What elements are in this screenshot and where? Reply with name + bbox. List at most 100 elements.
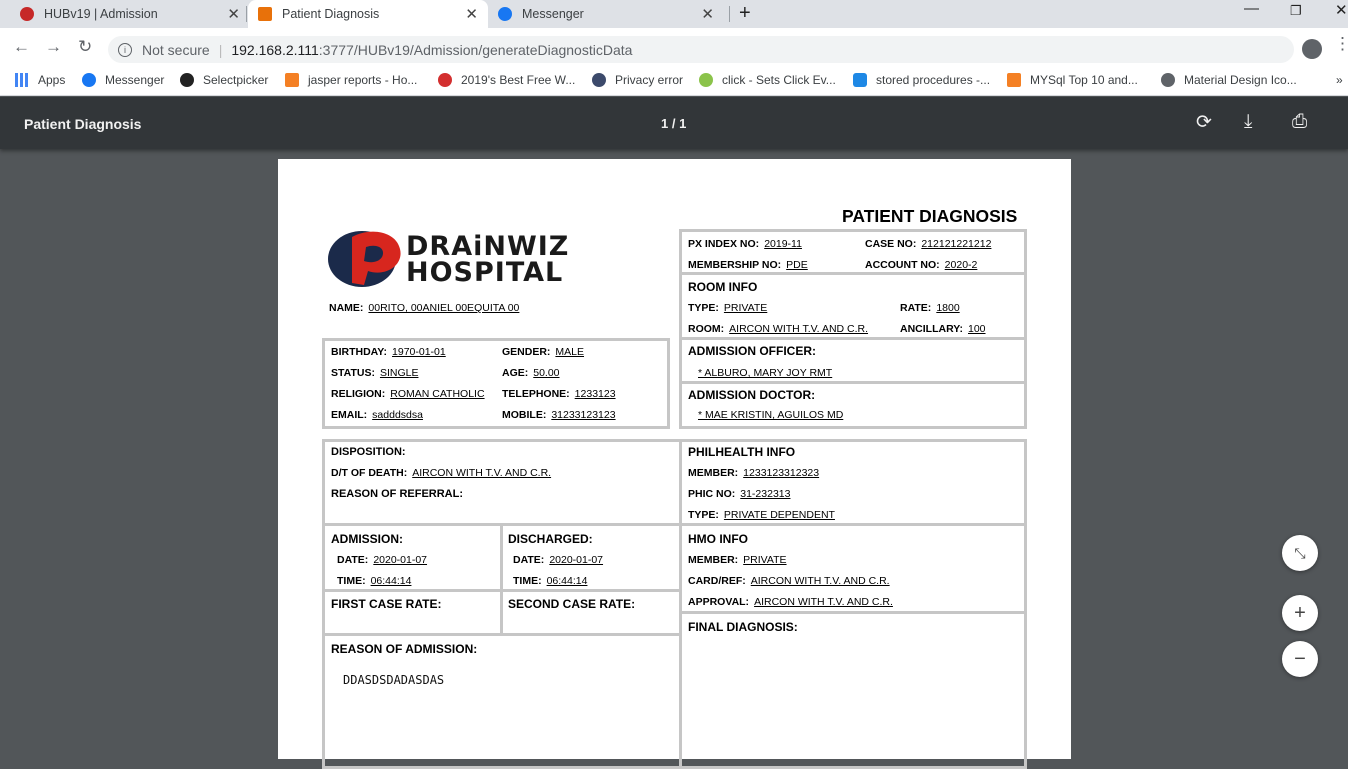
- hmo-member-field: MEMBER: PRIVATE: [688, 554, 787, 566]
- minus-icon: −: [1294, 647, 1306, 670]
- site-icon: [438, 73, 452, 87]
- admission-doctor-heading: ADMISSION DOCTOR:: [688, 388, 816, 402]
- admission-date-field: DATE: 2020-01-07: [337, 554, 428, 566]
- security-indicator[interactable]: Not secure: [142, 42, 210, 58]
- address-bar[interactable]: i Not secure | 192.168.2.111:3777/HUBv19…: [108, 36, 1294, 63]
- name-field: NAME: 00RITO, 00ANIEL 00EQUITA 00: [329, 302, 520, 314]
- minimize-icon[interactable]: —: [1244, 0, 1259, 17]
- logo-text: HOSPITAL: [406, 257, 564, 288]
- pdf-favicon-icon: [258, 7, 272, 21]
- philhealth-heading: PHILHEALTH INFO: [688, 445, 796, 459]
- reason-admission-value: DDASDSDADASDAS: [343, 673, 445, 687]
- room-field: ROOM: AIRCON WITH T.V. AND C.R.: [688, 323, 869, 335]
- stackoverflow-icon: [285, 73, 299, 87]
- bookmark-privacy[interactable]: Privacy error: [592, 73, 683, 87]
- close-icon[interactable]: ✕: [701, 5, 714, 23]
- back-icon[interactable]: ←: [13, 37, 30, 57]
- download-icon[interactable]: ⤓: [1244, 111, 1252, 133]
- hmo-heading: HMO INFO: [688, 532, 748, 546]
- fit-to-page-icon: ⤡: [1294, 544, 1306, 561]
- new-tab-icon[interactable]: +: [739, 2, 751, 25]
- bookmark-mysql[interactable]: MYSql Top 10 and...: [1007, 73, 1138, 87]
- stackoverflow-icon: [1007, 73, 1021, 87]
- restore-icon[interactable]: ❐: [1290, 3, 1302, 19]
- bookmark-free[interactable]: 2019's Best Free W...: [438, 73, 575, 87]
- pdf-page: PATIENT DIAGNOSIS DRAiNWIZ HOSPITAL NAME…: [278, 159, 1071, 769]
- close-icon[interactable]: ✕: [465, 5, 478, 23]
- pdf-title: Patient Diagnosis: [24, 116, 142, 132]
- report-title: PATIENT DIAGNOSIS: [842, 206, 1018, 226]
- membership-field: MEMBERSHIP NO: PDE: [688, 259, 808, 271]
- card-ref-field: CARD/REF: AIRCON WITH T.V. AND C.R.: [688, 575, 890, 587]
- more-bookmarks-icon[interactable]: »: [1336, 73, 1343, 87]
- birthday-field: BIRTHDAY: 1970-01-01: [331, 346, 446, 358]
- telephone-field: TELEPHONE: 1233123: [502, 388, 616, 400]
- room-info-heading: ROOM INFO: [688, 280, 758, 294]
- tab-hubv19[interactable]: HUBv19 | Admission ✕: [20, 0, 246, 28]
- url-host: 192.168.2.111: [231, 41, 319, 58]
- gender-field: GENDER: MALE: [502, 346, 585, 358]
- forward-icon[interactable]: →: [45, 37, 62, 57]
- hospital-logo-mark: [328, 231, 401, 287]
- tab-messenger[interactable]: Messenger ✕: [498, 0, 726, 28]
- hospital-favicon-icon: [20, 7, 34, 21]
- rotate-icon[interactable]: ⟳: [1196, 111, 1212, 134]
- phic-field: PHIC NO: 31-232313: [688, 488, 791, 500]
- admission-officer-value: * ALBURO, MARY JOY RMT: [698, 367, 833, 379]
- disposition-heading: DISPOSITION:: [331, 446, 406, 458]
- bookmarks-bar: Apps Messenger Selectpicker jasper repor…: [0, 66, 1348, 96]
- admission-heading: ADMISSION:: [331, 532, 403, 546]
- fit-page-button[interactable]: ⤡: [1282, 535, 1318, 571]
- final-diagnosis-heading: FINAL DIAGNOSIS:: [688, 620, 798, 634]
- site-icon: [592, 73, 606, 87]
- github-icon: [180, 73, 194, 87]
- dt-death-field: D/T OF DEATH: AIRCON WITH T.V. AND C.R.: [331, 467, 552, 479]
- referral-heading: REASON OF REFERRAL:: [331, 488, 463, 500]
- approval-field: APPROVAL: AIRCON WITH T.V. AND C.R.: [688, 596, 893, 608]
- admission-doctor-value: * MAE KRISTIN, AGUILOS MD: [698, 409, 844, 421]
- site-icon: [699, 73, 713, 87]
- tab-title: Messenger: [522, 7, 584, 21]
- hospital-logo: DRAiNWIZ HOSPITAL: [326, 225, 576, 289]
- bookmark-apps[interactable]: Apps: [15, 73, 65, 87]
- ancillary-field: ANCILLARY: 100: [900, 323, 986, 335]
- globe-icon: [1161, 73, 1175, 87]
- bookmark-stored[interactable]: stored procedures -...: [853, 73, 990, 87]
- bookmark-material[interactable]: Material Design Ico...: [1161, 73, 1297, 87]
- reload-icon[interactable]: ↻: [78, 37, 92, 57]
- close-icon[interactable]: ✕: [227, 5, 240, 23]
- status-field: STATUS: SINGLE: [331, 367, 419, 379]
- zoom-in-button[interactable]: +: [1282, 595, 1318, 631]
- tab-title: Patient Diagnosis: [282, 7, 380, 21]
- bookmark-jasper[interactable]: jasper reports - Ho...: [285, 73, 417, 87]
- info-icon[interactable]: i: [118, 42, 132, 57]
- first-case-rate-heading: FIRST CASE RATE:: [331, 597, 442, 611]
- menu-dots-icon[interactable]: ⋮: [1334, 34, 1348, 54]
- discharged-time-field: TIME: 06:44:14: [513, 575, 588, 587]
- account-field: ACCOUNT NO: 2020-2: [865, 259, 978, 271]
- profile-avatar-icon[interactable]: [1302, 39, 1322, 59]
- admission-officer-heading: ADMISSION OFFICER:: [688, 344, 816, 358]
- logo-text: DRAiNWIZ: [406, 231, 570, 262]
- philhealth-member-field: MEMBER: 1233123312323: [688, 467, 820, 479]
- tab-title: HUBv19 | Admission: [44, 7, 158, 21]
- pdf-toolbar: Patient Diagnosis 1 / 1 ⟳ ⤓ ⎙: [0, 97, 1348, 149]
- age-field: AGE: 50.00: [502, 367, 560, 379]
- px-index-field: PX INDEX NO: 2019-11: [688, 238, 802, 250]
- bookmark-messenger[interactable]: Messenger: [82, 73, 164, 87]
- admission-time-field: TIME: 06:44:14: [337, 575, 412, 587]
- print-icon[interactable]: ⎙: [1292, 111, 1307, 133]
- philhealth-type-field: TYPE: PRIVATE DEPENDENT: [688, 509, 835, 521]
- tab-patient-diagnosis[interactable]: Patient Diagnosis ✕: [248, 0, 488, 28]
- bookmark-selectpicker[interactable]: Selectpicker: [180, 73, 268, 87]
- zoom-out-button[interactable]: −: [1282, 641, 1318, 677]
- bookmark-click[interactable]: click - Sets Click Ev...: [699, 73, 836, 87]
- second-case-rate-heading: SECOND CASE RATE:: [508, 597, 636, 611]
- plus-icon: +: [1294, 601, 1306, 624]
- apps-grid-icon: [15, 73, 29, 87]
- discharged-heading: DISCHARGED:: [508, 532, 593, 546]
- case-no-field: CASE NO: 212121221212: [865, 238, 992, 250]
- window-close-icon[interactable]: ✕: [1335, 1, 1348, 19]
- reason-admission-heading: REASON OF ADMISSION:: [331, 642, 478, 656]
- discharged-date-field: DATE: 2020-01-07: [513, 554, 604, 566]
